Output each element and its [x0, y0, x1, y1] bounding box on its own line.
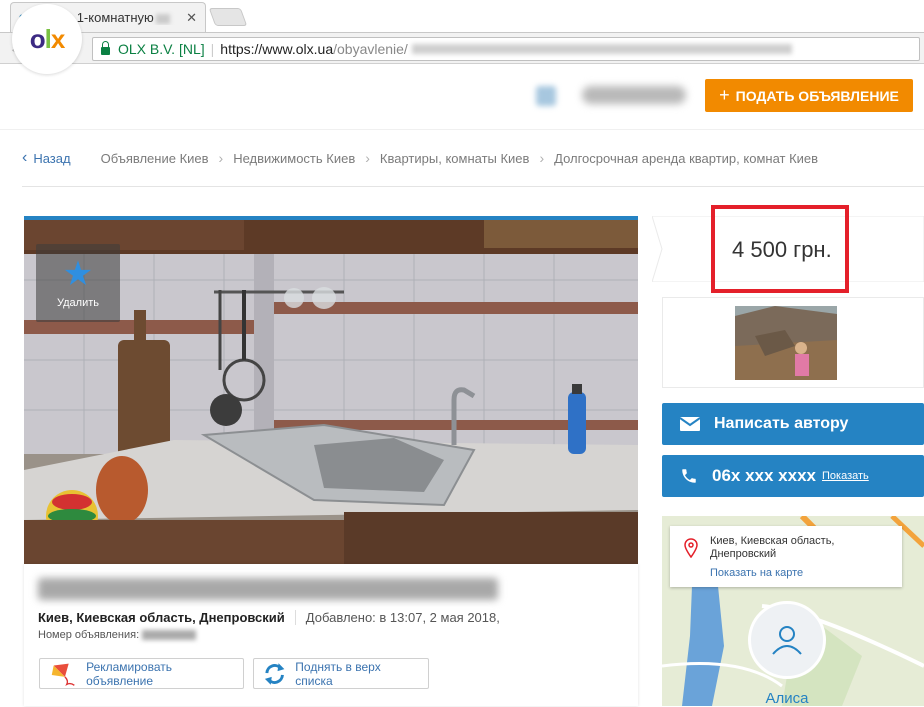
- star-icon: ★: [62, 255, 94, 293]
- kite-icon: [51, 663, 75, 686]
- divider: [22, 186, 924, 187]
- chevron-left-icon: ‹: [22, 149, 28, 166]
- tab-close-icon[interactable]: ✕: [186, 10, 197, 26]
- back-link[interactable]: ‹ Назад: [22, 149, 71, 167]
- photo-gallery[interactable]: ★ Удалить: [24, 216, 638, 564]
- map-address-card: Киев, Киевская область, Днепровский Пока…: [670, 526, 902, 587]
- chevron-right-icon: ›: [365, 150, 370, 166]
- notifications-icon[interactable]: [536, 86, 556, 106]
- show-on-map-link[interactable]: Показать на карте: [710, 567, 803, 579]
- raise-ad-button[interactable]: Поднять в верх списка: [253, 658, 429, 689]
- chevron-right-icon: ›: [218, 150, 224, 166]
- ad-title: [38, 578, 498, 600]
- post-ad-label: ПОДАТЬ ОБЪЯВЛЕНИЕ: [735, 87, 899, 104]
- phone-icon: [682, 469, 696, 483]
- favorite-label: Удалить: [57, 297, 99, 309]
- ad-number: Номер объявления:: [38, 629, 197, 641]
- phone-number: 06х ххх хххх: [712, 466, 816, 485]
- browser-tabstrip: olx Сдам 1-комнатную ✕: [0, 0, 924, 32]
- url-redacted: [411, 44, 792, 54]
- url-host: https://www.olx.ua: [220, 41, 334, 57]
- show-phone-link[interactable]: Показать: [822, 470, 869, 482]
- lock-icon: [101, 40, 110, 55]
- address-bar: ← → ↻ OLX B.V. [NL] | https://www.olx.ua…: [0, 32, 924, 64]
- seller-name[interactable]: Алиса: [662, 690, 912, 707]
- user-menu[interactable]: [582, 86, 686, 104]
- olx-logo[interactable]: olx: [12, 4, 82, 74]
- plus-icon: +: [719, 85, 730, 105]
- avatar[interactable]: [748, 601, 826, 679]
- map-address: Киев, Киевская область, Днепровский: [710, 535, 835, 560]
- url-input[interactable]: OLX B.V. [NL] | https://www.olx.ua/obyav…: [92, 37, 920, 61]
- post-ad-button[interactable]: + ПОДАТЬ ОБЪЯВЛЕНИЕ: [705, 79, 913, 112]
- back-label: Назад: [33, 150, 71, 166]
- url-path: /obyavlenie/: [333, 41, 408, 57]
- seller-photo[interactable]: [735, 306, 837, 380]
- breadcrumb-item[interactable]: Квартиры, комнаты Киев: [380, 151, 530, 166]
- favorite-button[interactable]: ★ Удалить: [36, 244, 120, 322]
- ad-location: Киев, Киевская область, Днепровский: [38, 610, 285, 625]
- breadcrumb-item[interactable]: Недвижимость Киев: [233, 151, 355, 166]
- ad-info: Киев, Киевская область, Днепровский Доба…: [24, 564, 638, 706]
- envelope-icon: [680, 417, 700, 431]
- breadcrumb: ‹ Назад Объявление Киев › Недвижимость К…: [0, 130, 924, 186]
- promote-ad-button[interactable]: Рекламировать объявление: [39, 658, 244, 689]
- promote-ad-label: Рекламировать объявление: [86, 659, 173, 688]
- write-author-button[interactable]: Написать автору: [662, 403, 924, 445]
- chevron-right-icon: ›: [539, 150, 545, 166]
- user-icon: [772, 626, 802, 655]
- price-highlight-box: [711, 205, 849, 293]
- write-author-label: Написать автору: [714, 415, 849, 432]
- breadcrumb-item[interactable]: Долгосрочная аренда квартир, комнат Киев: [554, 151, 818, 166]
- breadcrumb-item[interactable]: Объявление Киев: [101, 151, 209, 166]
- new-tab-button[interactable]: [208, 8, 248, 26]
- refresh-icon: [264, 662, 285, 685]
- map-pin-icon: [684, 538, 698, 558]
- phone-button[interactable]: 06х ххх хххх Показать: [662, 455, 924, 497]
- ad-added: Добавлено: в 13:07, 2 мая 2018,: [294, 610, 500, 625]
- secure-label: OLX B.V. [NL]: [118, 41, 205, 57]
- raise-ad-label: Поднять в верх списка: [295, 659, 381, 688]
- ad-meta: Киев, Киевская область, Днепровский Доба…: [38, 610, 500, 625]
